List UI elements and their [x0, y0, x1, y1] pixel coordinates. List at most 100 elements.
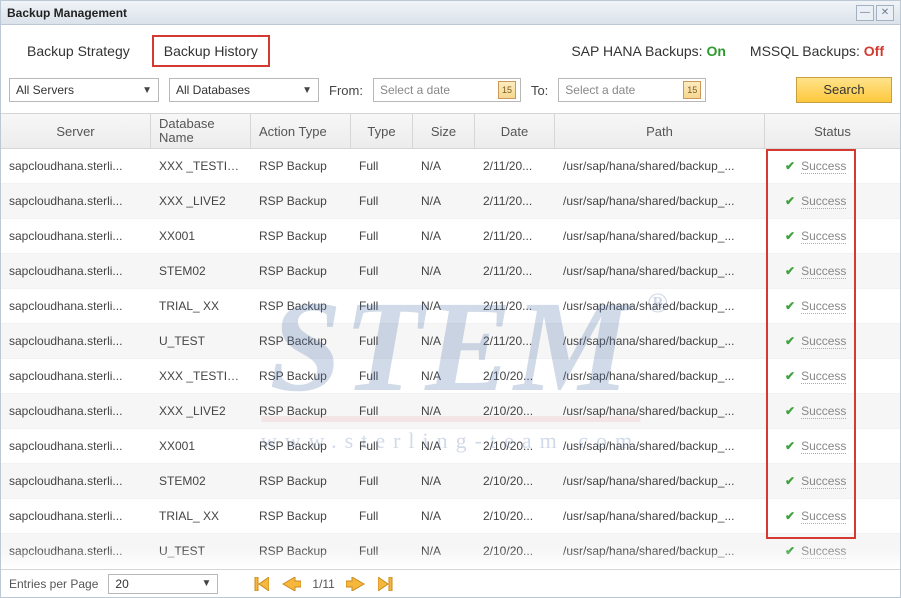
server-select[interactable]: All Servers ▼ [9, 78, 159, 102]
close-button[interactable]: ✕ [876, 5, 894, 21]
cell-size: N/A [413, 404, 475, 418]
close-icon: ✕ [881, 8, 889, 18]
minimize-button[interactable]: — [856, 5, 874, 21]
window-controls: — ✕ [856, 5, 894, 21]
th-action-type[interactable]: Action Type [251, 114, 351, 148]
cell-action-type: RSP Backup [251, 299, 351, 313]
cell-database: XXX _TESTING [151, 369, 251, 383]
status-link[interactable]: Success [801, 439, 846, 454]
cell-server: sapcloudhana.sterli... [1, 334, 151, 348]
cell-type: Full [351, 159, 413, 173]
status-link[interactable]: Success [801, 544, 846, 559]
cell-status: ✔Success [765, 474, 900, 489]
cell-path: /usr/sap/hana/shared/backup_... [555, 159, 765, 173]
table-row[interactable]: sapcloudhana.sterli...TRIAL_ XXRSP Backu… [1, 289, 900, 324]
table-row[interactable]: sapcloudhana.sterli...XX001RSP BackupFul… [1, 429, 900, 464]
cell-server: sapcloudhana.sterli... [1, 159, 151, 173]
table-row[interactable]: sapcloudhana.sterli...XXX _LIVE2RSP Back… [1, 394, 900, 429]
status-link[interactable]: Success [801, 299, 846, 314]
cell-type: Full [351, 509, 413, 523]
hana-backups-label: SAP HANA Backups: On [571, 43, 726, 59]
to-date-input[interactable]: Select a date 15 [558, 78, 706, 102]
cell-size: N/A [413, 439, 475, 453]
cell-action-type: RSP Backup [251, 544, 351, 558]
pager-first-button[interactable] [248, 576, 270, 592]
cell-status: ✔ Success [765, 404, 900, 419]
cell-date: 2/11/20... [475, 299, 555, 313]
check-icon: ✔ [785, 159, 795, 173]
cell-database: XXX _TESTING [151, 159, 251, 173]
status-link[interactable]: Success [801, 334, 846, 349]
check-icon: ✔ [785, 264, 795, 278]
cell-server: sapcloudhana.sterli... [1, 299, 151, 313]
pager-last-button[interactable] [377, 576, 399, 592]
cell-size: N/A [413, 264, 475, 278]
table-row[interactable]: sapcloudhana.sterli...XXX _TESTINGRSP Ba… [1, 359, 900, 394]
search-button[interactable]: Search [796, 77, 892, 103]
from-date-input[interactable]: Select a date 15 [373, 78, 521, 102]
entries-per-page-select[interactable]: 20 ▼ [108, 574, 218, 594]
backup-management-window: Backup Management — ✕ Backup Strategy Ba… [0, 0, 901, 598]
th-database-name[interactable]: Database Name [151, 114, 251, 148]
check-icon: ✔ [785, 544, 795, 558]
th-status[interactable]: Status [765, 114, 900, 148]
pager-controls: 1/11 [248, 576, 398, 592]
cell-database: XXX _LIVE2 [151, 194, 251, 208]
pager-prev-button[interactable] [280, 576, 302, 592]
cell-path: /usr/sap/hana/shared/backup_... [555, 369, 765, 383]
status-link[interactable]: Success [801, 509, 846, 524]
table-row[interactable]: sapcloudhana.sterli...U_TESTRSP BackupFu… [1, 324, 900, 359]
cell-size: N/A [413, 159, 475, 173]
status-link[interactable]: Success [801, 369, 846, 384]
status-link[interactable]: Success [801, 194, 846, 209]
cell-path: /usr/sap/hana/shared/backup_... [555, 544, 765, 558]
status-link[interactable]: Success [801, 474, 846, 489]
status-link[interactable]: Success [801, 229, 846, 244]
table-body: sapcloudhana.sterli...XXX _TESTINGRSP Ba… [1, 149, 900, 569]
table-row[interactable]: sapcloudhana.sterli...XX001RSP BackupFul… [1, 219, 900, 254]
status-link[interactable]: Success [801, 264, 846, 279]
tab-backup-history[interactable]: Backup History [152, 35, 270, 67]
pager-next-button[interactable] [345, 576, 367, 592]
th-type[interactable]: Type [351, 114, 413, 148]
table-row[interactable]: sapcloudhana.sterli...STEM02RSP BackupFu… [1, 464, 900, 499]
cell-type: Full [351, 544, 413, 558]
th-date[interactable]: Date [475, 114, 555, 148]
table-header-row: Server Database Name Action Type Type Si… [1, 113, 900, 149]
database-select-value: All Databases [176, 83, 250, 97]
th-size[interactable]: Size [413, 114, 475, 148]
table-row[interactable]: sapcloudhana.sterli...XXX _TESTINGRSP Ba… [1, 149, 900, 184]
status-link[interactable]: Success [801, 159, 846, 174]
cell-date: 2/11/20... [475, 159, 555, 173]
cell-status: ✔Success [765, 229, 900, 244]
cell-date: 2/10/20... [475, 474, 555, 488]
cell-type: Full [351, 404, 413, 418]
check-icon: ✔ [785, 404, 795, 418]
page-position: 1/11 [312, 577, 334, 591]
table-row[interactable]: sapcloudhana.sterli...XXX _LIVE2RSP Back… [1, 184, 900, 219]
calendar-icon: 15 [498, 81, 516, 99]
backup-states: SAP HANA Backups: On MSSQL Backups: Off [571, 43, 884, 59]
cell-action-type: RSP Backup [251, 439, 351, 453]
table-row[interactable]: sapcloudhana.sterli...U_TESTRSP BackupFu… [1, 534, 900, 569]
cell-action-type: RSP Backup [251, 264, 351, 278]
th-path[interactable]: Path [555, 114, 765, 148]
arrow-left-icon [281, 577, 301, 591]
arrow-right-icon [346, 577, 366, 591]
cell-action-type: RSP Backup [251, 509, 351, 523]
cell-path: /usr/sap/hana/shared/backup_... [555, 439, 765, 453]
tab-backup-strategy[interactable]: Backup Strategy [17, 37, 140, 65]
cell-action-type: RSP Backup [251, 369, 351, 383]
table-row[interactable]: sapcloudhana.sterli...STEM02RSP BackupFu… [1, 254, 900, 289]
cell-type: Full [351, 369, 413, 383]
cell-database: U_TEST [151, 544, 251, 558]
cell-server: sapcloudhana.sterli... [1, 264, 151, 278]
cell-date: 2/11/20... [475, 264, 555, 278]
database-select[interactable]: All Databases ▼ [169, 78, 319, 102]
status-link[interactable]: Success [801, 404, 846, 419]
cell-status: ✔Success [765, 299, 900, 314]
th-server[interactable]: Server [1, 114, 151, 148]
check-icon: ✔ [785, 439, 795, 453]
arrow-last-icon [378, 577, 398, 591]
table-row[interactable]: sapcloudhana.sterli...TRIAL_ XXRSP Backu… [1, 499, 900, 534]
